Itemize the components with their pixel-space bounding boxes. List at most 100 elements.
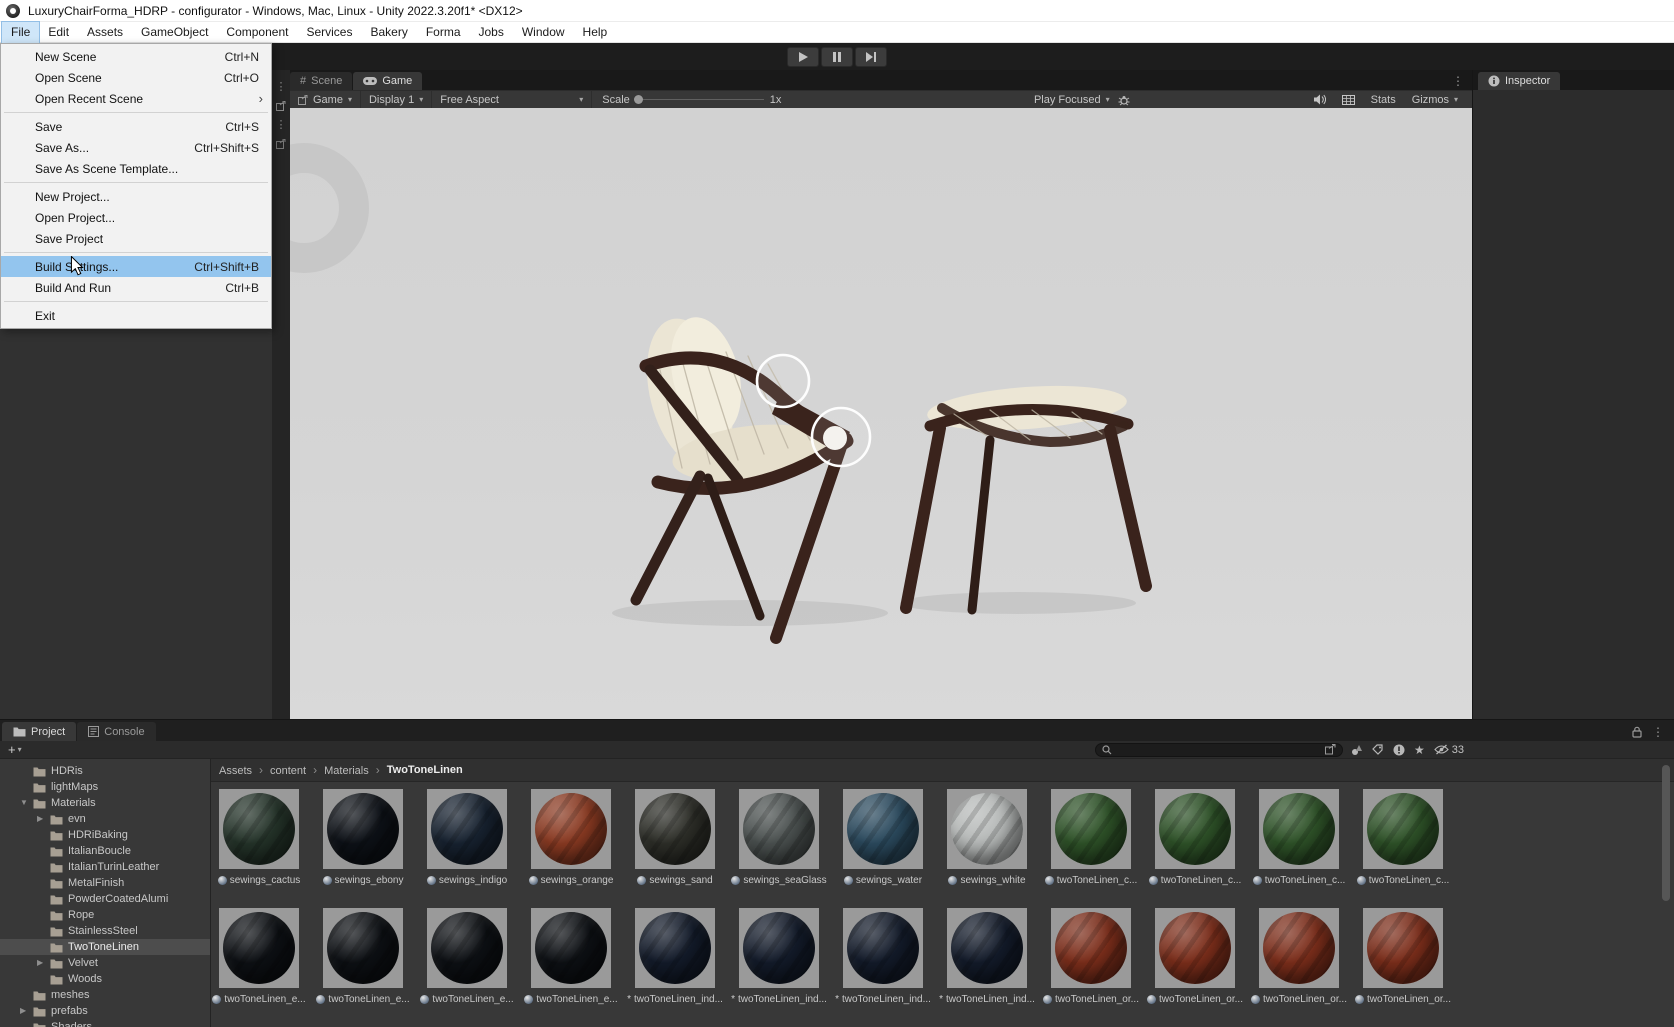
menu-bar-item[interactable]: Window <box>513 22 574 43</box>
file-menu-item[interactable]: Open Scene Ctrl+O › <box>1 67 271 88</box>
asset-tile[interactable]: * twoToneLinen_or... <box>1051 908 1131 1005</box>
panel-splitter-strip[interactable]: ⋮ ⋮ <box>272 70 290 719</box>
tree-item[interactable]: HDRiBaking <box>0 827 210 843</box>
tree-item[interactable]: meshes <box>0 987 210 1003</box>
menu-bar-item[interactable]: Help <box>574 22 617 43</box>
tree-item[interactable]: prefabs <box>0 1003 210 1019</box>
menu-bar-item[interactable]: GameObject <box>132 22 217 43</box>
gizmos-dropdown[interactable]: Gizmos ▾ <box>1404 91 1466 109</box>
asset-tile[interactable]: * twoToneLinen_ind... <box>739 908 819 1005</box>
tab-scene[interactable]: # Scene <box>290 72 352 90</box>
file-menu-item[interactable]: › <box>1 109 271 116</box>
game-target-dropdown[interactable]: Game ▾ <box>290 91 361 109</box>
tree-item[interactable]: PowderCoatedAlumi <box>0 891 210 907</box>
asset-tile[interactable]: * sewings_orange <box>531 789 611 886</box>
stats-button[interactable]: Stats <box>1363 91 1404 109</box>
menu-bar-item[interactable]: Edit <box>39 22 78 43</box>
file-menu-item[interactable]: Save Ctrl+S › <box>1 116 271 137</box>
asset-tile[interactable]: * twoToneLinen_or... <box>1259 908 1339 1005</box>
menu-bar-item[interactable]: Assets <box>78 22 132 43</box>
play-button[interactable] <box>787 47 819 67</box>
asset-tile[interactable]: * twoToneLinen_ind... <box>947 908 1027 1005</box>
menu-bar-item[interactable]: Bakery <box>361 22 416 43</box>
tree-item[interactable]: Shaders <box>0 1019 210 1027</box>
kebab-menu-icon[interactable]: ⋮ <box>276 82 287 92</box>
asset-tile[interactable]: * twoToneLinen_c... <box>1155 789 1235 886</box>
tree-item[interactable]: HDRis <box>0 763 210 779</box>
tab-inspector[interactable]: Inspector <box>1478 72 1560 90</box>
expand-triangle-icon[interactable] <box>37 955 50 971</box>
kebab-menu-icon[interactable]: ⋮ <box>276 120 287 130</box>
tree-item[interactable]: MetalFinish <box>0 875 210 891</box>
expand-triangle-icon[interactable] <box>20 1003 33 1019</box>
asset-tile[interactable]: * twoToneLinen_or... <box>1155 908 1235 1005</box>
scale-knob[interactable] <box>634 95 643 104</box>
asset-tile[interactable]: * twoToneLinen_e... <box>323 908 403 1005</box>
hidden-items-counter[interactable]: 33 <box>1434 744 1464 756</box>
float-window-icon[interactable] <box>276 139 286 149</box>
asset-tile[interactable]: * twoToneLinen_e... <box>427 908 507 1005</box>
menu-bar-item[interactable]: Forma <box>417 22 470 43</box>
game-viewport[interactable] <box>290 108 1472 719</box>
mute-audio-button[interactable] <box>1305 91 1334 109</box>
file-menu-item[interactable]: Open Recent Scene › <box>1 88 271 109</box>
breadcrumb-item[interactable]: content <box>270 763 324 777</box>
search-input[interactable] <box>1116 744 1321 756</box>
breadcrumb-item[interactable]: TwoToneLinen <box>387 764 463 776</box>
create-asset-button[interactable]: +▾ <box>8 742 22 757</box>
file-menu-item[interactable]: › <box>1 298 271 305</box>
asset-tile[interactable]: * sewings_white <box>947 789 1027 886</box>
search-in-scene-icon[interactable] <box>1325 744 1336 755</box>
kebab-menu-icon[interactable]: ⋮ <box>1444 72 1472 90</box>
menu-bar-item[interactable]: File <box>2 22 39 43</box>
file-menu-item[interactable]: › <box>1 249 271 256</box>
file-menu-item[interactable]: Save As Scene Template... › <box>1 158 271 179</box>
file-menu-item[interactable]: Exit › <box>1 305 271 326</box>
file-menu-item[interactable]: › <box>1 179 271 186</box>
asset-tile[interactable]: * twoToneLinen_e... <box>219 908 299 1005</box>
expand-triangle-icon[interactable] <box>20 795 33 811</box>
tab-game[interactable]: Game <box>353 72 422 90</box>
aspect-dropdown[interactable]: Free Aspect ▾ <box>432 91 592 109</box>
lock-icon[interactable] <box>1632 726 1642 738</box>
asset-tile[interactable]: * sewings_cactus <box>219 789 299 886</box>
file-menu-item[interactable]: New Scene Ctrl+N › <box>1 46 271 67</box>
tree-item[interactable]: Materials <box>0 795 210 811</box>
favorites-star-icon[interactable]: ★ <box>1414 744 1425 756</box>
vsync-button[interactable] <box>1334 91 1363 109</box>
search-field[interactable] <box>1095 743 1343 757</box>
tree-item[interactable]: ItalianTurinLeather <box>0 859 210 875</box>
asset-tile[interactable]: * twoToneLinen_c... <box>1259 789 1339 886</box>
tree-item[interactable]: Velvet <box>0 955 210 971</box>
menu-bar-item[interactable]: Services <box>297 22 361 43</box>
asset-tile[interactable]: * sewings_sand <box>635 789 715 886</box>
tab-console[interactable]: Console <box>77 722 155 741</box>
menu-bar-item[interactable]: Jobs <box>470 22 513 43</box>
asset-tile[interactable]: * twoToneLinen_ind... <box>635 908 715 1005</box>
tree-item[interactable]: ItalianBoucle <box>0 843 210 859</box>
kebab-menu-icon[interactable]: ⋮ <box>1652 723 1664 741</box>
file-menu-item[interactable]: Save As... Ctrl+Shift+S › <box>1 137 271 158</box>
display-dropdown[interactable]: Display 1 ▾ <box>361 91 432 109</box>
pause-button[interactable] <box>821 47 853 67</box>
asset-tile[interactable]: * sewings_indigo <box>427 789 507 886</box>
tree-item[interactable]: TwoToneLinen <box>0 939 210 955</box>
tab-project[interactable]: Project <box>2 722 76 741</box>
file-menu-item[interactable]: Build And Run Ctrl+B › <box>1 277 271 298</box>
breadcrumb-item[interactable]: Assets <box>219 763 270 777</box>
grid-scrollbar[interactable] <box>1662 763 1671 1025</box>
log-importance-icon[interactable] <box>1393 744 1405 756</box>
step-button[interactable] <box>855 47 887 67</box>
tree-item[interactable]: Woods <box>0 971 210 987</box>
file-menu-item[interactable]: Build Settings... Ctrl+Shift+B › <box>1 256 271 277</box>
asset-tile[interactable]: * twoToneLinen_c... <box>1051 789 1131 886</box>
tree-item[interactable]: Rope <box>0 907 210 923</box>
asset-tile[interactable]: * twoToneLinen_c... <box>1363 789 1443 886</box>
asset-tile[interactable]: * sewings_seaGlass <box>739 789 819 886</box>
asset-tile[interactable]: * sewings_water <box>843 789 923 886</box>
tree-item[interactable]: StainlessSteel <box>0 923 210 939</box>
file-menu-item[interactable]: New Project... › <box>1 186 271 207</box>
float-window-icon[interactable] <box>276 101 286 111</box>
tree-item[interactable]: evn <box>0 811 210 827</box>
asset-tile[interactable]: * twoToneLinen_e... <box>531 908 611 1005</box>
